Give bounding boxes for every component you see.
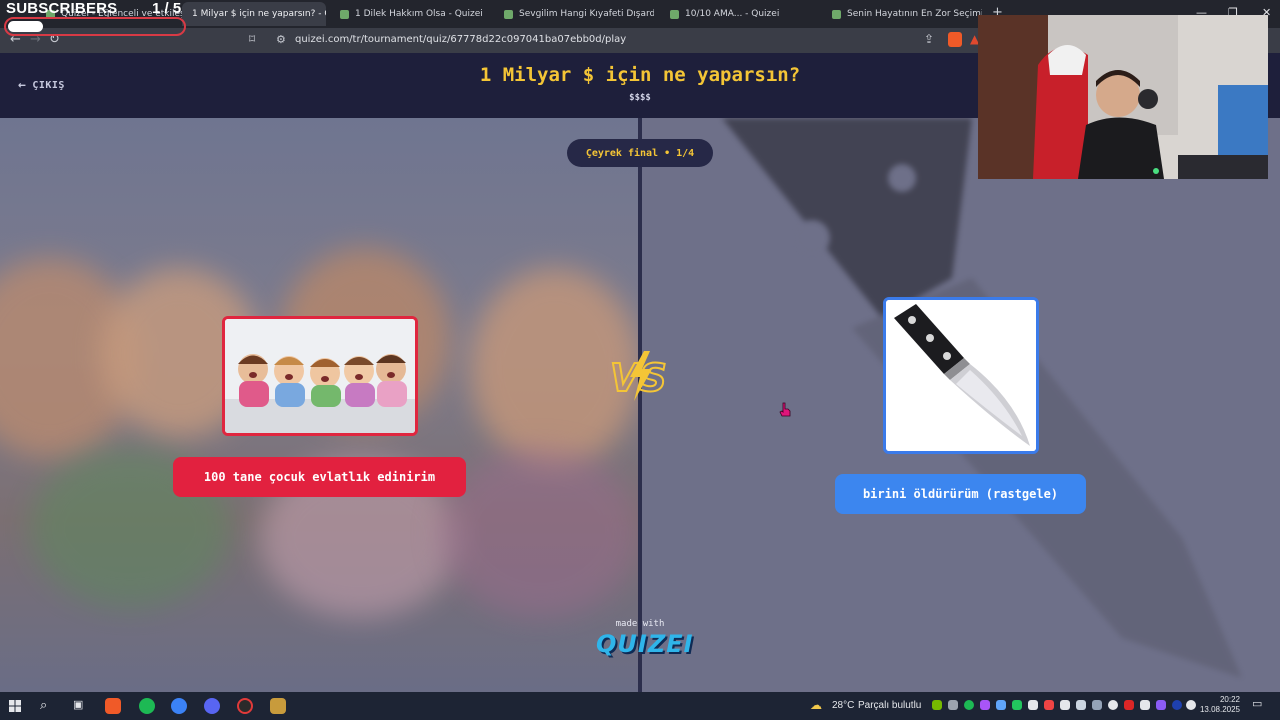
quizei-favicon-icon xyxy=(504,9,513,19)
round-indicator: Çeyrek final • 1/4 xyxy=(567,139,713,167)
weather-icon[interactable]: ☁ xyxy=(810,698,822,712)
app-tray-icon[interactable] xyxy=(1012,700,1022,710)
knife-icon xyxy=(886,300,1036,451)
tab-label: Senin Hayatının En Zor Seçimi - Quiz xyxy=(847,9,982,19)
volume-tray-icon[interactable] xyxy=(1140,700,1150,710)
subscriber-goal-overlay: SUBSCRIBERS 1 / 5 xyxy=(4,0,194,40)
record-tray-icon[interactable] xyxy=(1124,700,1134,710)
steam-tray-icon[interactable] xyxy=(1172,700,1182,710)
exit-button[interactable]: ← ÇIKIŞ xyxy=(18,78,65,93)
subscribers-count: 1 / 5 xyxy=(152,0,182,17)
weather-temp[interactable]: 28°C xyxy=(832,700,854,711)
right-choice-image[interactable] xyxy=(883,297,1039,454)
subscribers-label: SUBSCRIBERS xyxy=(6,0,118,17)
webcam-overlay xyxy=(978,15,1268,179)
app-tray-icon[interactable] xyxy=(1092,700,1102,710)
quizei-favicon-icon xyxy=(340,9,349,19)
taskbar-clock[interactable]: 20:22 13.08.2025 xyxy=(1196,695,1240,715)
weather-description[interactable]: Parçalı bulutlu xyxy=(858,700,921,711)
subscriber-progress-fill xyxy=(8,21,43,32)
tab-label: 1 Milyar $ için ne yaparsın? - Qu xyxy=(192,9,326,19)
tab-dilek[interactable]: 1 Dilek Hakkım Olsa - Quizei xyxy=(330,2,490,26)
nvidia-tray-icon[interactable] xyxy=(932,700,942,710)
notifications-icon[interactable]: ▭ xyxy=(1252,697,1262,710)
page-title: 1 Milyar $ için ne yaparsın? xyxy=(479,64,801,86)
app-tray-icon[interactable] xyxy=(1186,700,1196,710)
discord-icon[interactable] xyxy=(204,698,220,714)
children-photo xyxy=(225,319,415,433)
search-icon[interactable]: ⌕ xyxy=(40,697,47,713)
tab-zor-secim[interactable]: Senin Hayatının En Zor Seçimi - Quiz xyxy=(822,2,982,26)
league-icon[interactable] xyxy=(270,698,286,714)
app-tray-icon[interactable] xyxy=(1060,700,1070,710)
tab-current-quiz[interactable]: 1 Milyar $ için ne yaparsın? - Qu ✕ xyxy=(182,2,326,26)
share-icon[interactable]: ⇪ xyxy=(924,32,934,46)
left-choice-button[interactable]: 100 tane çocuk evlatlık edinirim xyxy=(173,457,466,497)
tab-kiyafet[interactable]: Sevgilim Hangi Kıyafeti Dışarda Giye xyxy=(494,2,654,26)
brave-shield-icon[interactable] xyxy=(948,32,962,47)
obs-icon[interactable] xyxy=(237,698,253,714)
quizei-favicon-icon xyxy=(670,9,679,19)
bookmark-icon[interactable]: ⌑ xyxy=(249,32,255,46)
spotify-icon[interactable] xyxy=(139,698,155,714)
hand-cursor-icon xyxy=(779,402,791,417)
task-view-icon[interactable]: ▣ xyxy=(73,698,83,711)
clock-date: 13.08.2025 xyxy=(1199,705,1240,714)
headset-tray-icon[interactable] xyxy=(948,700,958,710)
arrow-left-icon: ← xyxy=(18,78,27,93)
app-tray-icon[interactable] xyxy=(1156,700,1166,710)
tab-ama[interactable]: 10/10 AMA... - Quizei xyxy=(660,2,820,26)
site-settings-icon[interactable]: ⚙ xyxy=(276,33,286,46)
quizei-favicon-icon xyxy=(832,9,841,19)
panel-divider xyxy=(638,118,642,692)
clock-time: 20:22 xyxy=(1219,695,1240,704)
versus-icon: VS xyxy=(609,351,668,401)
exit-label: ÇIKIŞ xyxy=(32,80,65,91)
microphone-tray-icon[interactable] xyxy=(1108,700,1118,710)
right-choice-button[interactable]: birini öldürürüm (rastgele) xyxy=(835,474,1086,514)
mic-tray-icon[interactable] xyxy=(980,700,990,710)
tab-label: 1 Dilek Hakkım Olsa - Quizei xyxy=(355,9,483,19)
windows-start-icon[interactable] xyxy=(9,700,21,712)
spotify-tray-icon[interactable] xyxy=(964,700,974,710)
page-subtitle: $$$$ xyxy=(629,93,651,103)
brave-browser-icon[interactable] xyxy=(105,698,121,714)
quizei-logo[interactable]: QUIZEI xyxy=(596,630,693,658)
made-with-label: made with xyxy=(615,619,665,629)
app-tray-icon[interactable] xyxy=(996,700,1006,710)
app-tray-icon[interactable] xyxy=(1028,700,1038,710)
windows-taskbar xyxy=(0,692,1280,720)
app-tray-icon[interactable] xyxy=(1076,700,1086,710)
app-icon[interactable] xyxy=(171,698,187,714)
streamer-camera-feed xyxy=(978,15,1268,179)
app-tray-icon[interactable] xyxy=(1044,700,1054,710)
tab-label: Sevgilim Hangi Kıyafeti Dışarda Giye xyxy=(519,9,654,19)
url-field[interactable]: quizei.com/tr/tournament/quiz/67778d22c0… xyxy=(295,34,626,45)
tab-label: 10/10 AMA... - Quizei xyxy=(685,9,780,19)
left-choice-image[interactable] xyxy=(222,316,418,436)
blurred-background xyxy=(440,448,640,618)
